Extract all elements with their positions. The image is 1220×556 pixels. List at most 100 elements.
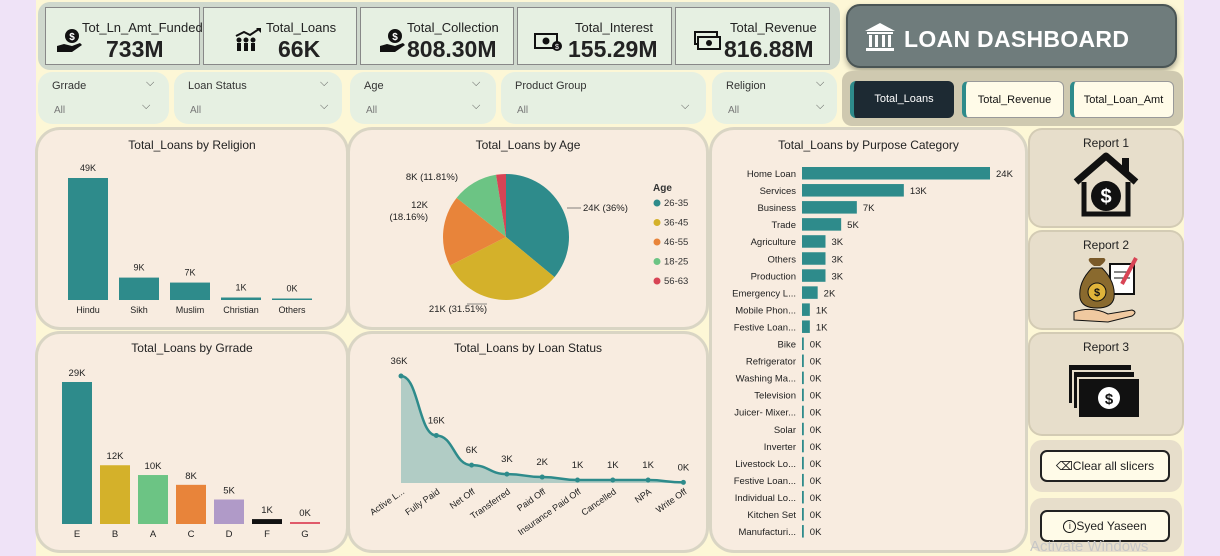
house-dollar-icon: $ [1073, 152, 1139, 217]
bar[interactable] [802, 525, 804, 538]
data-label: 0K [299, 508, 311, 519]
data-label: 13K [910, 186, 928, 197]
bar[interactable] [138, 475, 168, 524]
bar[interactable] [802, 388, 804, 402]
tick-label: Mobile Phon... [735, 305, 796, 316]
bar[interactable] [802, 422, 804, 436]
toggle-total-revenue[interactable]: Total_Revenue [962, 81, 1064, 118]
data-point[interactable] [398, 373, 404, 379]
money-hand-icon: $ [380, 29, 405, 52]
toggle-total-loan-amt[interactable]: Total_Loan_Amt [1070, 81, 1174, 118]
chart-purpose: Home Loan 24K Services 13K Business 7K Trade 5K… [732, 167, 1014, 538]
bar[interactable] [119, 277, 159, 300]
chevron-down-icon[interactable]: ⌵ [816, 77, 824, 90]
chevron-down-icon[interactable]: ⌵ [472, 100, 480, 113]
chevron-down-icon[interactable]: ⌵ [472, 77, 480, 90]
chevron-down-icon[interactable]: ⌵ [320, 77, 328, 90]
tick-label: B [112, 529, 118, 540]
slicer-grade[interactable]: Grrade ⌵ All ⌵ [38, 72, 169, 124]
bar[interactable] [802, 371, 804, 385]
bar[interactable] [802, 303, 810, 316]
kpi-label: Total_Loans [266, 20, 337, 35]
bar[interactable] [802, 320, 810, 333]
data-point[interactable] [504, 471, 510, 477]
bar[interactable] [802, 252, 826, 265]
data-label: 0K [810, 510, 822, 521]
kpi-value: 66K [278, 36, 321, 62]
data-point[interactable] [575, 477, 580, 483]
bar[interactable] [802, 405, 804, 419]
legend-item[interactable]: 56-63 [664, 276, 688, 287]
tick-label: Inverter [764, 442, 796, 453]
bar[interactable] [221, 297, 261, 300]
bar[interactable] [802, 337, 804, 351]
legend-marker [653, 277, 661, 285]
bar[interactable] [252, 519, 282, 524]
data-point[interactable] [680, 479, 686, 485]
bar[interactable] [802, 456, 804, 470]
kpi-value: 816.88M [724, 36, 814, 62]
bar[interactable] [802, 490, 804, 504]
slicer-product-group[interactable]: Product Group ⌵ All [501, 72, 706, 124]
kpi-card: $ Tot_Ln_Amt_Funded 733M [45, 7, 203, 65]
data-label: 0K [810, 459, 822, 470]
bar[interactable] [802, 286, 818, 299]
legend-marker [653, 199, 661, 207]
cash-stack-icon [694, 31, 721, 50]
author-label: Syed Yaseen [1076, 519, 1147, 533]
bar[interactable] [170, 282, 210, 300]
chevron-down-icon[interactable]: ⌵ [146, 77, 154, 90]
tick-label: Christian [223, 305, 259, 315]
people-growth-icon [235, 28, 261, 51]
report-3-button[interactable]: Report 3 $ [1030, 334, 1182, 434]
tick-label: Others [767, 254, 796, 265]
legend-item[interactable]: 26-35 [664, 198, 688, 209]
bar[interactable] [802, 439, 804, 453]
chevron-down-icon[interactable]: ⌵ [320, 100, 328, 113]
slicer-value: All [190, 105, 202, 116]
data-point[interactable] [610, 477, 616, 483]
data-point[interactable] [645, 477, 651, 483]
legend-item[interactable]: 36-45 [664, 218, 688, 229]
bar[interactable] [802, 235, 826, 248]
toggle-total-loans[interactable]: Total_Loans [850, 81, 954, 118]
bar[interactable] [68, 178, 108, 300]
legend-item[interactable]: 46-55 [664, 237, 688, 248]
chevron-down-icon[interactable]: ⌵ [816, 100, 824, 113]
bar[interactable] [802, 508, 804, 521]
kpi-card: $ Total_Interest 155.29M [517, 7, 672, 65]
slicer-religion[interactable]: Religion ⌵ All ⌵ [712, 72, 837, 124]
bar[interactable] [802, 473, 804, 487]
bar[interactable] [290, 522, 320, 524]
tick-label: Hindu [76, 305, 100, 315]
chevron-down-icon[interactable]: ⌵ [142, 100, 150, 113]
data-point[interactable] [433, 432, 439, 438]
bar[interactable] [100, 465, 130, 524]
data-label: 24K [996, 169, 1014, 180]
tick-label: Festive Loan... [734, 322, 796, 333]
bar[interactable] [802, 201, 857, 214]
kpi-label: Total_Interest [575, 20, 654, 35]
report-label: Report 2 [1082, 238, 1130, 252]
bar[interactable] [802, 269, 826, 282]
bar[interactable] [272, 298, 312, 301]
bar[interactable] [62, 382, 92, 524]
chevron-down-icon[interactable]: ⌵ [681, 100, 689, 113]
legend-item[interactable]: 18-25 [664, 257, 688, 268]
tick-label: Agriculture [751, 237, 796, 248]
data-label: 0K [810, 442, 822, 453]
slicer-age[interactable]: Age ⌵ All ⌵ [350, 72, 496, 124]
report-1-button[interactable]: Report 1 $ [1030, 130, 1182, 226]
slicer-loan-status[interactable]: Loan Status ⌵ All ⌵ [174, 72, 342, 124]
data-label: 0K [810, 476, 822, 487]
bar[interactable] [802, 354, 804, 368]
data-point[interactable] [469, 462, 475, 468]
clear-slicers-button[interactable]: ⌫Clear all slicers [1040, 450, 1170, 482]
data-point[interactable] [539, 474, 545, 480]
report-2-button[interactable]: Report 2 $ [1030, 232, 1182, 328]
bar[interactable] [214, 499, 244, 524]
bar[interactable] [176, 484, 206, 524]
bar[interactable] [802, 167, 990, 180]
bar[interactable] [802, 184, 904, 197]
bar[interactable] [802, 218, 842, 231]
